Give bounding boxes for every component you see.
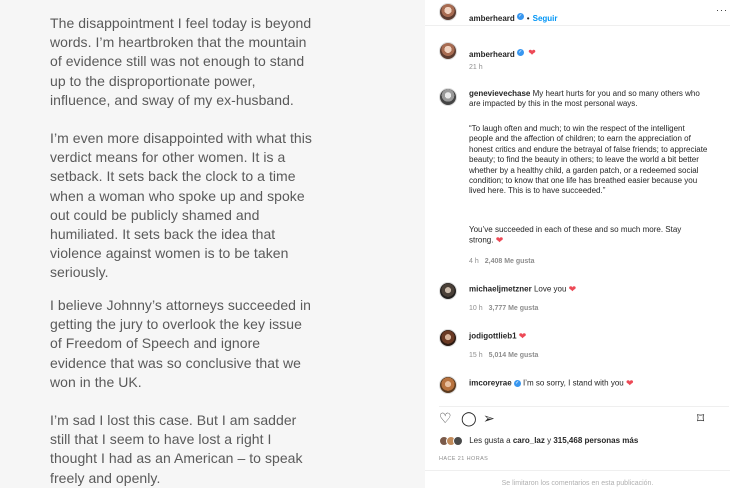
verified-badge-icon: ✓: [513, 379, 521, 387]
comment-meta: 4 h 2,408 Me gusta: [469, 258, 535, 265]
comment-quote: “To laugh often and much; to win the res…: [469, 124, 708, 196]
comment-likes[interactable]: 2,408 Me gusta: [485, 258, 535, 265]
comment-likes[interactable]: 3,777 Me gusta: [489, 305, 539, 312]
comment-username[interactable]: michaeljmetzner: [469, 284, 532, 293]
avatar[interactable]: [439, 282, 457, 300]
comments-limited-notice: Se limitaron los comentarios en esta pub…: [425, 470, 730, 487]
share-icon[interactable]: ➢: [483, 411, 495, 425]
caption-age: 21 h: [469, 64, 483, 71]
instagram-post-panel: amberheard ✓ • Seguir ··· amberheard ✓ ❤ 21 …: [425, 0, 730, 488]
comment-meta: 15 h 5,014 Me gusta: [469, 352, 539, 359]
avatar[interactable]: [439, 42, 457, 60]
heart-emoji-icon: ❤: [528, 47, 536, 58]
liker-username[interactable]: caro_laz: [513, 436, 545, 445]
comment-genevievechase: genevievechase My heart hurts for you an…: [469, 89, 709, 110]
heart-emoji-icon: ❤: [625, 378, 634, 388]
post-timestamp: HACE 21 HORAS: [439, 456, 489, 462]
comment-text: I’m so sorry, I stand with you: [522, 378, 624, 388]
likes-count[interactable]: 315,468 personas más: [553, 436, 638, 445]
heart-icon[interactable]: ♡: [439, 411, 452, 425]
comment-username[interactable]: imcoreyrae: [469, 378, 512, 387]
comment-jodigottlieb1: jodigottlieb1 ❤: [469, 331, 709, 342]
statement-panel: The disappointment I feel today is beyon…: [0, 0, 425, 488]
statement-paragraph-4: I’m sad I lost this case. But I am sadde…: [50, 412, 303, 486]
more-options-icon[interactable]: ···: [716, 5, 728, 15]
comment-meta: 10 h 3,777 Me gusta: [469, 305, 539, 312]
bookmark-icon[interactable]: ⌑: [697, 411, 704, 425]
post-actions: ♡ ◯ ➢ ⌑: [439, 406, 729, 428]
heart-emoji-icon: ❤: [495, 235, 504, 246]
heart-emoji-icon: ❤: [518, 331, 527, 341]
heart-emoji-icon: ❤: [568, 284, 577, 294]
avatar[interactable]: [439, 329, 457, 347]
avatar[interactable]: [439, 88, 457, 106]
header-username[interactable]: amberheard: [469, 14, 515, 23]
verified-badge-icon: ✓: [516, 49, 524, 57]
comment-username[interactable]: genevievechase: [469, 89, 530, 98]
comment-text: Love you: [533, 284, 567, 294]
comment-michaeljmetzner: michaeljmetzner Love you ❤: [469, 284, 709, 295]
caption-username[interactable]: amberheard: [469, 50, 515, 59]
avatar[interactable]: [439, 376, 457, 394]
statement-paragraph-3: I believe Johnny’s attorneys succeeded i…: [50, 297, 311, 390]
avatar[interactable]: [439, 3, 457, 21]
comment-icon[interactable]: ◯: [461, 411, 477, 425]
comment-username[interactable]: jodigottlieb1: [469, 331, 517, 340]
verified-badge-icon: ✓: [516, 13, 524, 21]
follow-button[interactable]: Seguir: [533, 14, 558, 23]
comment-likes[interactable]: 5,014 Me gusta: [489, 352, 539, 359]
avatar: [453, 436, 463, 446]
post-header: amberheard ✓ • Seguir ···: [425, 0, 730, 26]
likes-line: Les gusta a caro_laz y 315,468 personas …: [439, 436, 638, 446]
statement-paragraph-1: The disappointment I feel today is beyon…: [50, 15, 312, 108]
comment-imcoreyrae: imcoreyrae ✓ I’m so sorry, I stand with y…: [469, 378, 709, 389]
statement-paragraph-2: I’m even more disappointed with what thi…: [50, 130, 312, 281]
